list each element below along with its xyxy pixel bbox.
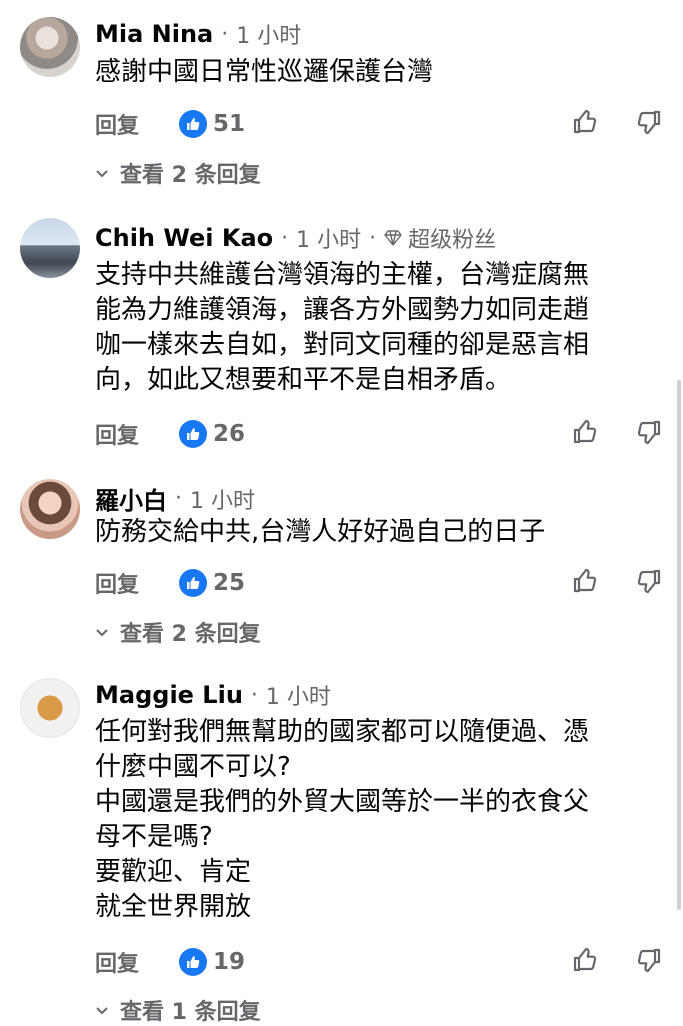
comment-meta: Mia Nina · 1 小时 <box>95 18 301 50</box>
comment-actions: 回复 25 <box>95 565 665 601</box>
author-name[interactable]: Chih Wei Kao <box>95 224 273 252</box>
separator-dot: · <box>369 225 377 251</box>
comment-meta: 羅小白 · 1 小时 <box>95 481 255 516</box>
view-replies-button[interactable]: 查看 2 条回复 <box>94 616 261 648</box>
like-count-group[interactable]: 25 <box>179 569 245 597</box>
view-replies-button[interactable]: 查看 2 条回复 <box>94 157 261 189</box>
separator-dot: · <box>281 225 289 251</box>
author-name[interactable]: 羅小白 <box>95 481 167 516</box>
view-replies-label: 查看 2 条回复 <box>120 163 261 188</box>
comment-actions: 回复 26 <box>95 416 665 452</box>
separator-dot: · <box>175 486 182 511</box>
like-badge-icon <box>179 420 207 448</box>
comment-text: 支持中共維護台灣領海的主權，台灣症腐無 能為力維護領海，讓各方外國勢力如同走趙 … <box>95 258 665 398</box>
thumbs-up-icon[interactable] <box>571 418 599 450</box>
reply-button[interactable]: 回复 <box>95 946 139 978</box>
timestamp: 1 小时 <box>296 228 362 253</box>
comment-meta: Maggie Liu · 1 小时 <box>95 679 331 711</box>
like-count: 25 <box>213 570 246 596</box>
view-replies-label: 查看 2 条回复 <box>120 622 261 647</box>
comment-line: 咖一樣來去自如，對同文同種的卻是惡言相 <box>95 330 590 360</box>
like-count-group[interactable]: 51 <box>179 110 245 138</box>
like-badge-icon <box>179 948 207 976</box>
comment-line: 能為力維護領海，讓各方外國勢力如同走趙 <box>95 295 590 325</box>
reply-button[interactable]: 回复 <box>95 567 139 599</box>
like-count: 51 <box>213 111 246 137</box>
like-count-group[interactable]: 26 <box>179 420 245 448</box>
comment-text: 任何對我們無幫助的國家都可以隨便過、憑 什麼中國不可以? 中國還是我們的外貿大國… <box>95 715 665 925</box>
comment-line: 防務交給中共,台灣人好好過自己的日子 <box>95 517 546 547</box>
author-name[interactable]: Mia Nina <box>95 20 213 48</box>
timestamp: 1 小时 <box>190 488 255 514</box>
avatar[interactable] <box>20 218 80 278</box>
scrollbar[interactable] <box>677 380 681 910</box>
view-replies-label: 查看 1 条回复 <box>120 1000 261 1025</box>
chevron-down-icon <box>96 1007 108 1015</box>
separator-dot: · <box>250 682 258 708</box>
avatar[interactable] <box>20 678 80 738</box>
separator-dot: · <box>221 21 229 47</box>
reply-button[interactable]: 回复 <box>95 108 139 140</box>
comment-actions: 回复 51 <box>95 106 665 142</box>
thumbs-down-icon[interactable] <box>635 418 663 450</box>
avatar[interactable] <box>20 479 80 539</box>
comment-line: 母不是嗎? <box>95 822 213 852</box>
badge-label: 超级粉丝 <box>408 228 497 253</box>
thumbs-up-icon[interactable] <box>571 108 599 140</box>
diamond-icon <box>384 230 402 246</box>
comment-line: 就全世界開放 <box>95 892 252 922</box>
chevron-down-icon <box>96 629 108 637</box>
comment-text: 感謝中國日常性巡邏保護台灣 <box>95 55 665 90</box>
thumbs-up-icon[interactable] <box>571 567 599 599</box>
comment-line: 要歡迎、肯定 <box>95 857 252 887</box>
comment-line: 向，如此又想要和平不是自相矛盾。 <box>95 365 512 395</box>
comment-line: 任何對我們無幫助的國家都可以隨便過、憑 <box>95 717 590 747</box>
thumbs-down-icon[interactable] <box>635 108 663 140</box>
like-count-group[interactable]: 19 <box>179 948 245 976</box>
comment-meta: Chih Wei Kao · 1 小时 · 超级粉丝 <box>95 222 496 254</box>
thumbs-up-icon[interactable] <box>571 946 599 978</box>
timestamp: 1 小时 <box>265 685 331 710</box>
thumbs-down-icon[interactable] <box>635 946 663 978</box>
top-fan-badge: 超级粉丝 <box>384 222 496 254</box>
author-name[interactable]: Maggie Liu <box>95 681 243 709</box>
view-replies-button[interactable]: 查看 1 条回复 <box>94 994 261 1026</box>
comment-line: 中國還是我們的外貿大國等於一半的衣食父 <box>95 787 590 817</box>
like-count: 19 <box>213 949 246 975</box>
chevron-down-icon <box>96 170 108 178</box>
comment-line: 感謝中國日常性巡邏保護台灣 <box>95 57 434 87</box>
comment-text: 防務交給中共,台灣人好好過自己的日子 <box>95 515 665 550</box>
thumbs-down-icon[interactable] <box>635 567 663 599</box>
reply-button[interactable]: 回复 <box>95 418 139 450</box>
avatar[interactable] <box>20 17 80 77</box>
like-badge-icon <box>179 110 207 138</box>
like-badge-icon <box>179 569 207 597</box>
comment-actions: 回复 19 <box>95 944 665 980</box>
like-count: 26 <box>213 421 246 447</box>
timestamp: 1 小时 <box>236 24 302 49</box>
comment-line: 什麼中國不可以? <box>95 752 291 782</box>
comment-line: 支持中共維護台灣領海的主權，台灣症腐無 <box>95 260 590 290</box>
